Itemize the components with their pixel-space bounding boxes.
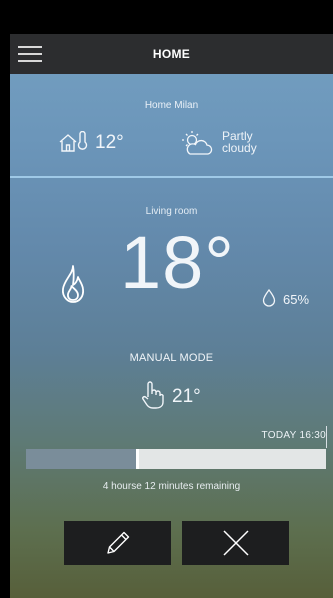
- flame-icon: [59, 264, 87, 309]
- progress-marker: [136, 449, 139, 469]
- top-bar: HOME: [10, 34, 333, 74]
- weather-condition: Partly cloudy: [222, 129, 257, 155]
- humidity-value: 65%: [283, 292, 310, 307]
- setpoint-temperature: 21°: [172, 386, 201, 407]
- remaining-time-progress: [26, 449, 326, 469]
- edit-button[interactable]: [64, 521, 171, 565]
- water-drop-icon: [262, 288, 276, 312]
- schedule-end-tick: [326, 426, 327, 448]
- home-thermometer-icon: [58, 130, 92, 158]
- thermostat-screen: HOME Home Milan 12° Partly cloudy Living…: [10, 34, 333, 598]
- schedule-end-time: TODAY 16:30: [261, 430, 326, 441]
- room-name: Living room: [145, 206, 198, 217]
- room-temperature: 18°: [120, 221, 235, 304]
- progress-fill: [26, 449, 137, 469]
- close-icon: [222, 530, 249, 556]
- partly-cloudy-icon: [180, 130, 214, 161]
- home-name: Home Milan: [144, 100, 199, 111]
- outdoor-temperature: 12°: [95, 132, 124, 153]
- cancel-button[interactable]: [182, 521, 289, 565]
- section-divider: [10, 176, 333, 178]
- status-bar: [0, 0, 333, 34]
- hand-pointer-icon: [141, 380, 165, 415]
- outdoor-weather: 12° Partly cloudy: [10, 128, 333, 164]
- remaining-time-text: 4 hourse 12 minutes remaining: [102, 481, 241, 492]
- mode-label: MANUAL MODE: [129, 352, 214, 364]
- pencil-icon: [106, 531, 129, 554]
- page-title: HOME: [152, 47, 191, 61]
- hamburger-menu-icon[interactable]: [18, 42, 44, 66]
